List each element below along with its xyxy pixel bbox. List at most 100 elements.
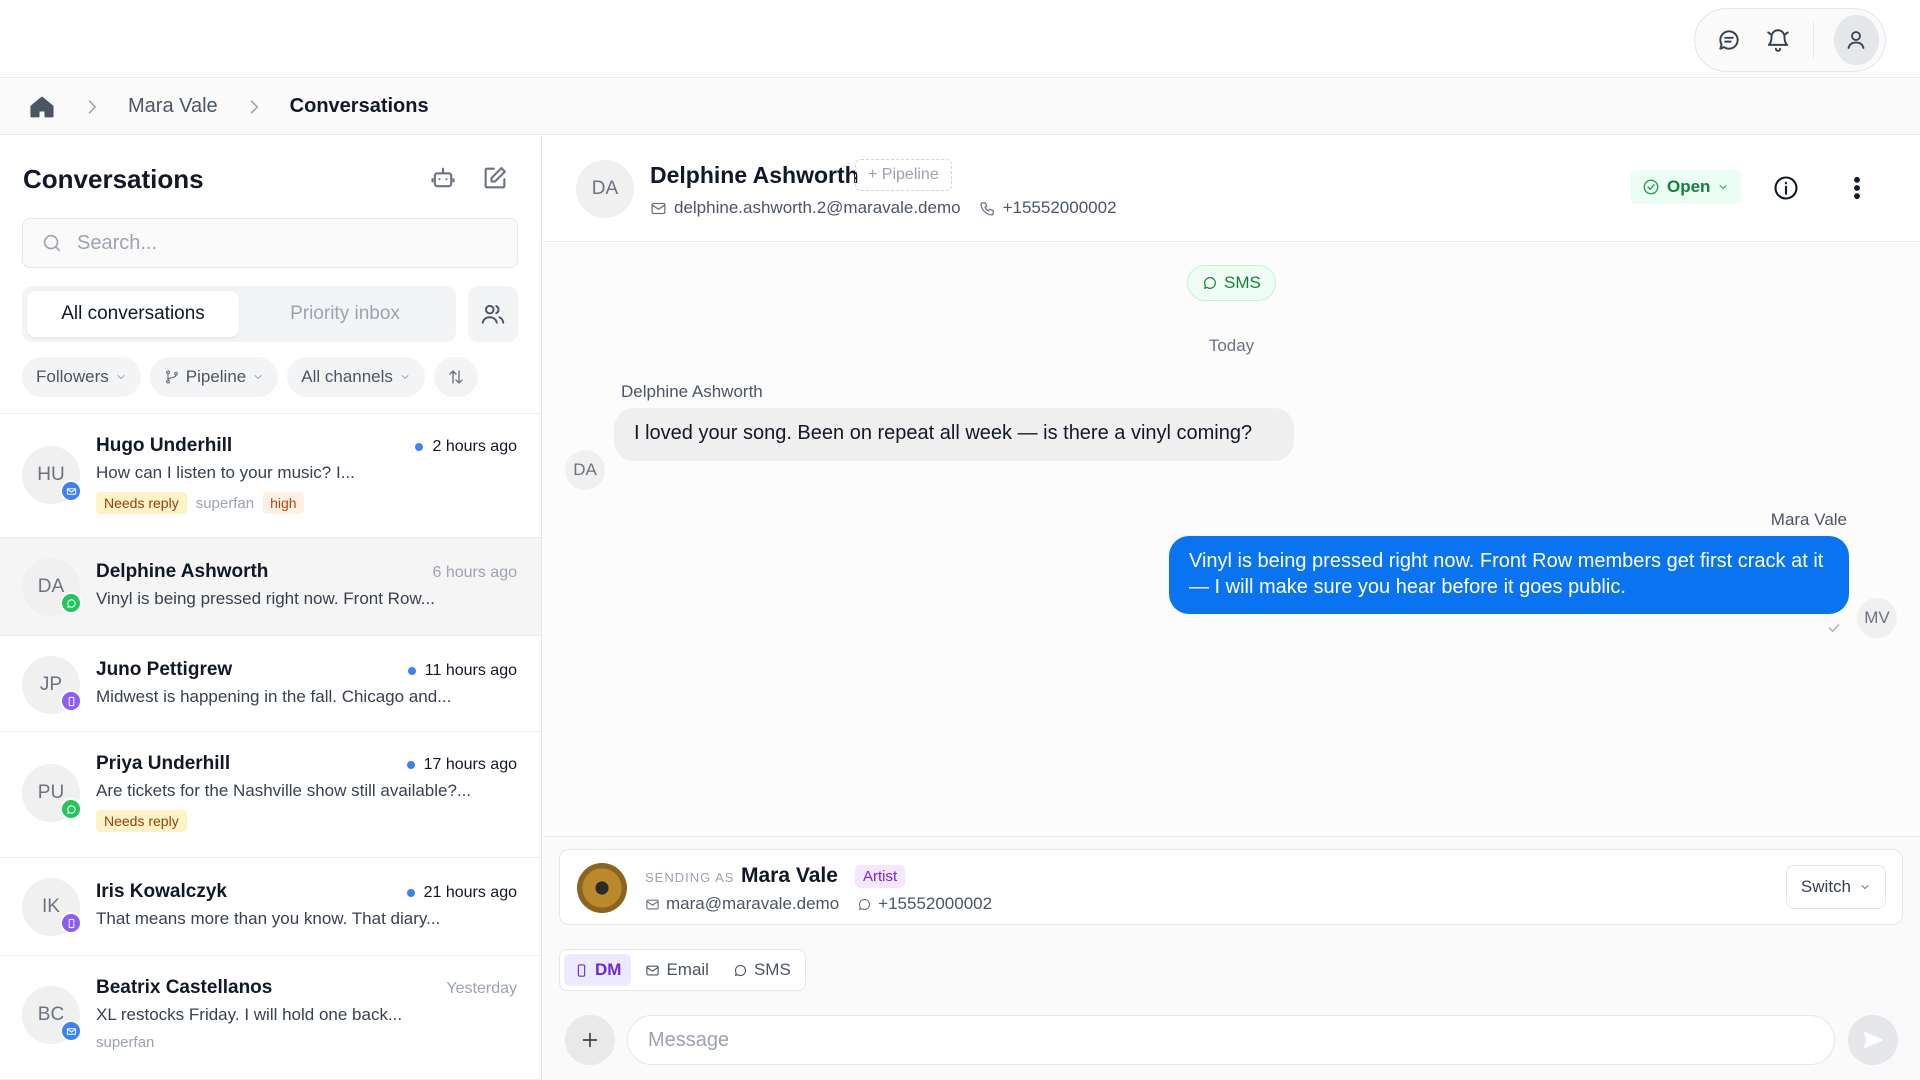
pipeline-filter[interactable]: Pipeline (149, 357, 279, 397)
status-label: Open (1667, 177, 1711, 196)
switch-sender-button[interactable]: Switch (1785, 865, 1886, 909)
time-label: 11 hours ago (424, 662, 517, 679)
timestamp: 2 hours ago (415, 438, 517, 456)
time-label: 6 hours ago (432, 564, 517, 581)
phone-icon (979, 200, 996, 217)
chevron-down-icon (1859, 881, 1871, 893)
conversation-list: HU Hugo Underhill 2 hours ago How can I … (0, 413, 541, 1080)
sms-channel-icon (60, 592, 82, 614)
filter-row: Followers Pipeline All channels (22, 357, 478, 397)
breadcrumb-current: Conversations (289, 95, 429, 117)
conversation-item[interactable]: PU Priya Underhill 17 hours ago Are tick… (0, 732, 541, 858)
search-input[interactable] (77, 231, 497, 255)
tag-superfan: superfan (96, 1034, 155, 1051)
day-separator: Today (1208, 336, 1255, 355)
unread-dot (406, 761, 415, 769)
divider (1812, 22, 1814, 58)
tag-priority: high (263, 492, 304, 514)
channel-badge: SMS (1187, 265, 1276, 301)
info-icon[interactable] (1772, 174, 1800, 202)
chat-panel: DA Delphine Ashworth + Pipeline delphine… (543, 136, 1920, 1080)
tab-email-label: Email (666, 960, 709, 979)
time-label: 2 hours ago (432, 438, 517, 455)
unread-dot (406, 889, 415, 897)
message-sender: Delphine Ashworth (621, 382, 763, 401)
mail-icon (645, 963, 660, 978)
tab-sms[interactable]: SMS (723, 954, 801, 986)
message-preview: Vinyl is being pressed right now. Front … (96, 589, 435, 608)
message-preview: XL restocks Friday. I will hold one back… (96, 1005, 403, 1024)
dm-channel-icon (60, 690, 82, 712)
dm-channel-icon (60, 912, 82, 934)
sms-icon (1202, 275, 1218, 291)
timestamp: 6 hours ago (432, 564, 517, 582)
tag-row: Needs reply (96, 810, 187, 832)
conversation-item[interactable]: BC Beatrix Castellanos Yesterday XL rest… (0, 956, 541, 1080)
more-vertical-icon[interactable] (1843, 174, 1871, 202)
assignee-filter-button[interactable] (468, 286, 518, 342)
time-label: Yesterday (446, 980, 517, 997)
add-pipeline-button[interactable]: + Pipeline (855, 159, 952, 191)
conversation-item-selected[interactable]: DA Delphine Ashworth 6 hours ago Vinyl i… (0, 538, 541, 636)
channels-filter[interactable]: All channels (287, 357, 425, 397)
sender-contact: mara@maravale.demo +15552000002 (645, 894, 992, 914)
tag-row: Needs reply superfan high (96, 492, 304, 514)
channel-badge-label: SMS (1224, 273, 1261, 292)
message-preview: Midwest is happening in the fall. Chicag… (96, 687, 452, 706)
tag-row: superfan (96, 1034, 154, 1051)
home-icon[interactable] (28, 93, 56, 121)
sender-name: Mara Vale (741, 864, 838, 887)
message-input[interactable] (627, 1015, 1835, 1065)
bot-icon[interactable] (429, 164, 459, 194)
sort-button[interactable] (433, 357, 478, 397)
conversation-item[interactable]: IK Iris Kowalczyk 21 hours ago That mean… (0, 858, 541, 956)
sms-channel-icon (60, 798, 82, 820)
sending-as-card: SENDING AS Mara Vale Artist mara@maraval… (559, 849, 1903, 925)
chevron-down-icon (399, 371, 411, 383)
check-circle-icon (1642, 178, 1660, 196)
contact-name: Hugo Underhill (96, 435, 233, 456)
chevron-down-icon (1717, 181, 1729, 193)
breadcrumb-artist[interactable]: Mara Vale (128, 95, 218, 118)
tab-all-conversations[interactable]: All conversations (27, 291, 239, 337)
contact-phone[interactable]: +15552000002 (1003, 198, 1117, 218)
mail-icon (650, 200, 667, 217)
tab-email[interactable]: Email (635, 954, 719, 986)
time-label: 21 hours ago (423, 884, 517, 901)
message-sender: Mara Vale (1770, 510, 1847, 529)
phone-device-icon (574, 963, 589, 978)
top-actions (1694, 8, 1886, 72)
contact-email[interactable]: delphine.ashworth.2@maravale.demo (674, 198, 961, 218)
top-bar (0, 0, 1920, 78)
timestamp: Yesterday (446, 980, 517, 998)
outgoing-message: Vinyl is being pressed right now. Front … (1169, 536, 1849, 614)
channels-filter-label: All channels (301, 367, 393, 386)
send-button[interactable] (1848, 1015, 1898, 1065)
followers-filter[interactable]: Followers (22, 357, 141, 397)
sending-as-label: SENDING AS (645, 870, 735, 885)
send-icon (1862, 1029, 1884, 1051)
check-icon (1826, 620, 1842, 636)
user-avatar-button[interactable] (1833, 15, 1879, 65)
conversation-item[interactable]: JP Juno Pettigrew 11 hours ago Midwest i… (0, 636, 541, 732)
bell-icon[interactable] (1764, 24, 1793, 56)
contact-name: Delphine Ashworth (96, 561, 269, 582)
status-dropdown[interactable]: Open (1630, 170, 1742, 204)
contact-name: Priya Underhill (96, 753, 231, 774)
unread-dot (407, 667, 416, 675)
tag-needs-reply: Needs reply (96, 492, 187, 514)
conversation-item[interactable]: HU Hugo Underhill 2 hours ago How can I … (0, 414, 541, 538)
email-channel-icon (60, 1020, 82, 1042)
timestamp: 17 hours ago (406, 756, 517, 774)
breadcrumb: Mara Vale Conversations (0, 79, 1920, 135)
compose-icon[interactable] (481, 164, 511, 194)
chat-bubble-icon[interactable] (1715, 24, 1744, 56)
tab-dm[interactable]: DM (564, 954, 632, 986)
timestamp: 11 hours ago (407, 662, 517, 680)
tab-priority-inbox[interactable]: Priority inbox (239, 291, 451, 337)
attach-button[interactable] (565, 1015, 615, 1065)
tab-dm-label: DM (595, 960, 622, 979)
sender-role-badge: Artist (855, 865, 906, 888)
contact-name: Juno Pettigrew (96, 659, 233, 680)
unread-dot (415, 443, 424, 451)
